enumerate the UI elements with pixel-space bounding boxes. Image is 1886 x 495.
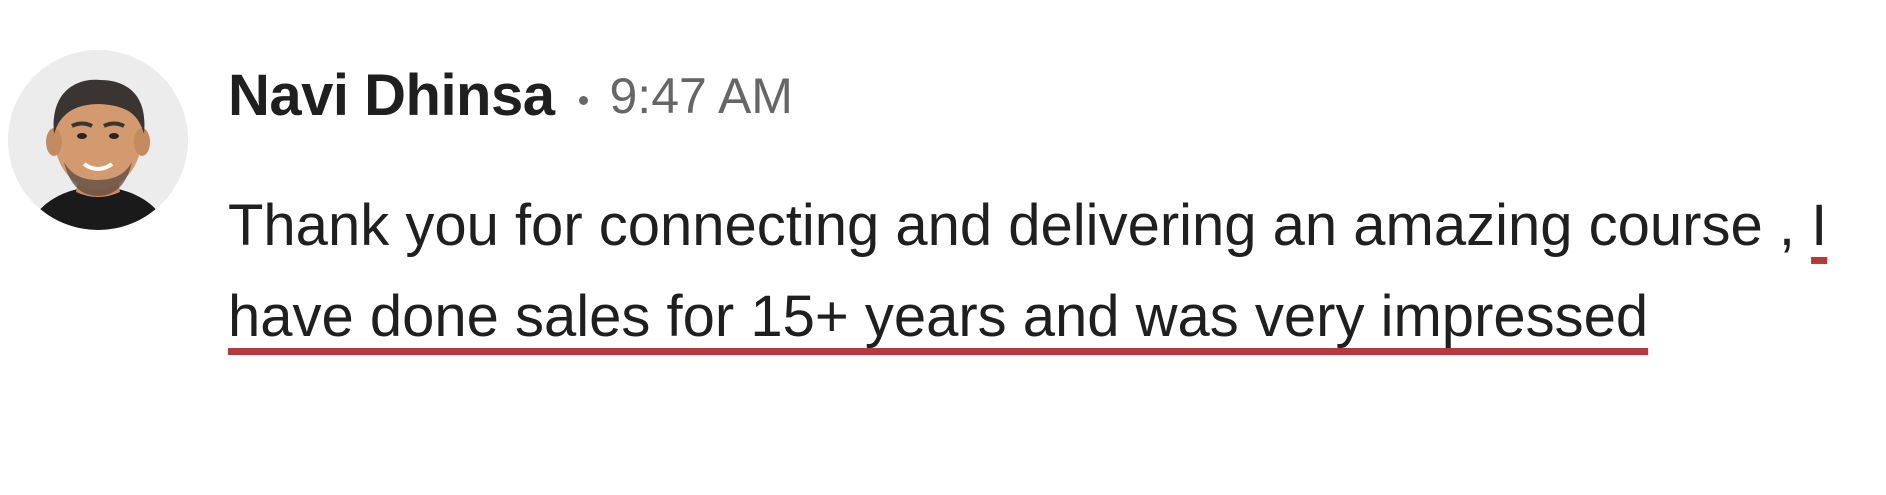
message-item: Navi Dhinsa 9:47 AM Thank you for connec… <box>0 0 1886 495</box>
avatar[interactable] <box>8 50 188 230</box>
separator-dot <box>578 96 588 105</box>
message-header: Navi Dhinsa 9:47 AM <box>228 62 793 129</box>
sender-name[interactable]: Navi Dhinsa <box>228 62 555 129</box>
profile-photo-icon <box>8 50 188 230</box>
message-text: Thank you for connecting and delivering … <box>228 193 1812 258</box>
message-body: Thank you for connecting and delivering … <box>228 180 1828 362</box>
timestamp: 9:47 AM <box>609 67 793 124</box>
